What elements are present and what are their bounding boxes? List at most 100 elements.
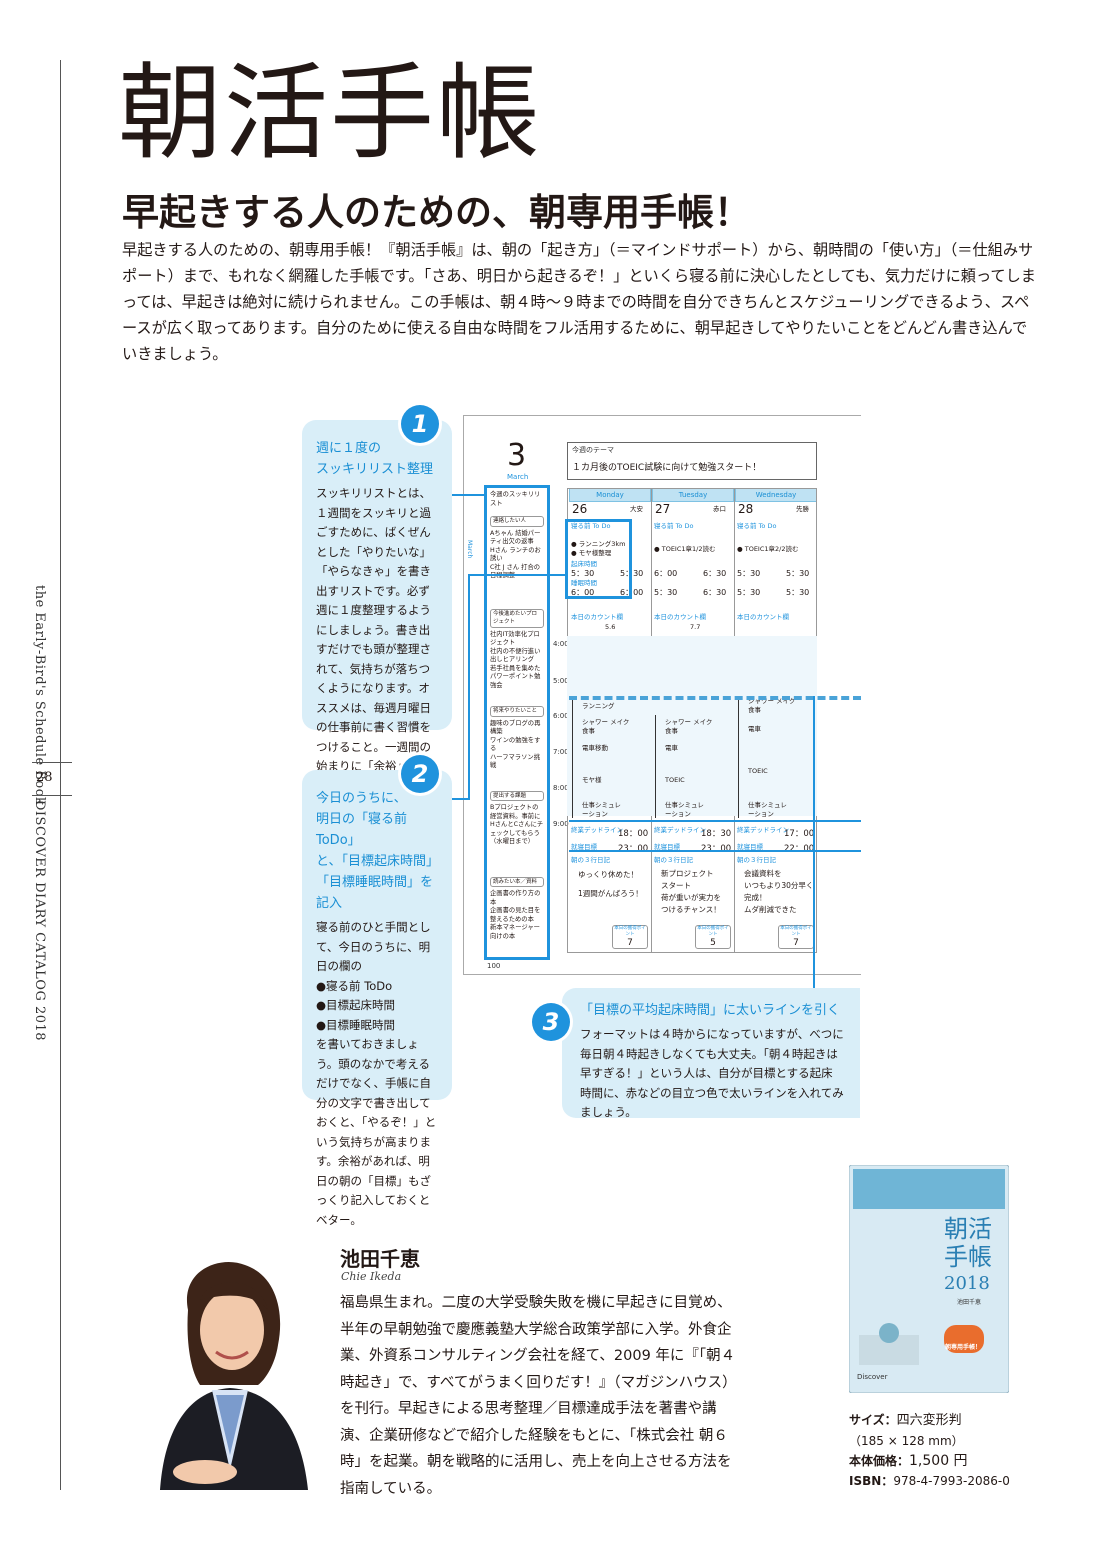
points-value: 7 <box>793 938 799 948</box>
diary-text: ゆっくり休めた！ 1週間がんばろう！ <box>578 868 643 900</box>
diary-line: スタート <box>661 881 691 890</box>
diary-line: ゆっくり休めた！ <box>578 870 638 879</box>
callout-3-number: 3 <box>532 1003 570 1041</box>
callout-2-body-outro: を書いておきましょう。頭のなかで考えるだけでなく、手帳に自分の文字で書き出してお… <box>316 1037 437 1227</box>
callout-1: 週に１度の スッキリリスト整理 スッキリリストとは、１週間をスッキリと過ごすため… <box>302 420 452 793</box>
book-cover-year: 2018 <box>944 1273 990 1294</box>
spec-size: 四六変形判 <box>896 1413 962 1428</box>
callout-2-bullet: ●目標起床時間 <box>316 998 396 1012</box>
book-cover-author: 池田千恵 <box>957 1299 982 1306</box>
todo-item: ● TOEIC1章1/2読む <box>654 545 716 553</box>
sleep-actual: 6：30 <box>703 588 727 597</box>
list-section-label: 提出する課題 <box>490 790 544 801</box>
page-number-rule <box>32 762 72 763</box>
connector-line-2-horizontal <box>468 574 565 576</box>
running-head-bottom: DISCOVER DIARY CATALOG 2018 <box>32 800 47 1042</box>
schedule-entry: 電車移動 <box>582 744 608 752</box>
end-label: 終業デッドライン <box>654 826 706 834</box>
diary-line: いつもより30分早く <box>744 881 814 890</box>
schedule-entry: 仕事シミュレーション <box>582 801 621 818</box>
author-name-roman: Chie Ikeda <box>341 1270 402 1283</box>
schedule-entry: シャワー メイク 食事 <box>582 718 630 735</box>
points-value: 5 <box>710 938 716 948</box>
count-label: 本日のカウント欄 <box>654 613 706 621</box>
diary-line: ムダ削減できた <box>744 905 797 914</box>
intro-text: 早起きする人のための、朝専用手帳！『朝活手帳』は、朝の「起き方」（＝マインドサポ… <box>122 241 1036 363</box>
end-goal: 18：30 <box>701 829 732 839</box>
nine-oclock-line <box>569 820 861 822</box>
author-bio: 福島県生まれ。二度の大学受験失敗を機に早起きに目覚め、半年の早朝勉強で慶應義塾大… <box>340 1295 737 1497</box>
book-cover-badge: 朝専用手帳！ <box>945 1344 982 1351</box>
diary-label: 朝の３行日記 <box>737 856 776 864</box>
wake-actual: 6：30 <box>703 569 727 578</box>
book-cover-title-1: 朝活 <box>944 1215 992 1243</box>
book-cover-publisher: Discover <box>857 1373 888 1381</box>
weekly-theme-box: 今週のテーマ １カ月後のTOEIC試験に向けて勉強スタート！ <box>567 442 817 480</box>
callout-2: 今日のうちに、 明日の「寝る前 ToDo」 と、「目標起床時間」 「目標睡眠時間… <box>302 770 452 1227</box>
points-box: 本日の獲得ポイント 7 <box>778 925 814 949</box>
list-item: Hさん ランチのお誘い <box>490 546 541 563</box>
day-rokuyo: 赤口 <box>713 505 726 513</box>
sleep-target-line <box>569 850 861 852</box>
target-wake-dashed-line <box>569 696 861 700</box>
spec-price-label: 本体価格： <box>849 1454 910 1468</box>
sukkiri-list-title: 今週のスッキリリスト <box>490 491 541 507</box>
diary-line: つけるチャンス！ <box>661 905 721 914</box>
author-name: 池田千恵 <box>340 1247 420 1271</box>
page-number: 28 <box>36 770 53 785</box>
schedule-entry: シャワー メイク 食事 <box>665 718 713 735</box>
callout-2-number: 2 <box>401 755 439 793</box>
todo-wake-highlight <box>565 519 632 599</box>
callout-1-number: 1 <box>401 405 439 443</box>
diary-label: 朝の３行日記 <box>571 856 610 864</box>
schedule-entry: TOEIC <box>665 776 685 784</box>
wake-goal: 5：30 <box>737 569 761 578</box>
points-box: 本日の獲得ポイント 5 <box>695 925 731 949</box>
callout-3-body: フォーマットは４時からになっていますが、べつに毎日朝４時起きしなくても大丈夫。「… <box>580 1027 844 1119</box>
planner-month-name: March <box>507 473 529 481</box>
day-rokuyo: 先勝 <box>796 505 809 513</box>
points-label: 本日の獲得ポイント <box>697 926 729 937</box>
spec-dims: （185 × 128 mm） <box>849 1434 964 1448</box>
sleep-actual: 5：30 <box>786 588 810 597</box>
diary-line: 新プロジェクト <box>661 869 714 878</box>
callout-2-body-intro: 寝る前のひと手間として、今日のうちに、明日の欄の <box>316 920 431 973</box>
schedule-arrow <box>738 700 739 818</box>
points-label: 本日の獲得ポイント <box>780 926 812 937</box>
sleep-goal: 5：30 <box>654 588 678 597</box>
callout-1-title-line: スッキリリスト整理 <box>316 462 434 477</box>
schedule-entry: モヤ様 <box>582 776 602 784</box>
list-item: 新本マネージャー向けの本 <box>490 924 540 940</box>
list-section-label: 今後進めたいプロジェクト <box>490 608 544 628</box>
list-item: 企画書の作り方の本 <box>490 890 541 906</box>
count-label: 本日のカウント欄 <box>737 613 789 621</box>
schedule-arrow <box>572 700 573 818</box>
weekly-theme-label: 今週のテーマ <box>572 446 614 454</box>
end-goal: 18：00 <box>618 829 649 839</box>
todo-label: 寝る前 To Do <box>737 522 777 530</box>
callout-2-title-line: 「目標睡眠時間」を記入 <box>316 875 434 911</box>
diary-line: 荷が重いが実力を <box>661 893 721 902</box>
list-item: C社 J さん 打合の日程調整 <box>490 563 541 580</box>
author-photo <box>150 1240 310 1490</box>
planner-page-number: 100 <box>487 962 501 970</box>
diary-text: 新プロジェクト スタート 荷が重いが実力を つけるチャンス！ <box>661 868 721 916</box>
list-item: 企画書の見た目を整えるための本 <box>490 907 541 923</box>
connector-line-1 <box>452 494 484 496</box>
count-value: 5.6 <box>605 623 616 631</box>
list-item: 社内IT効率化プロジェクト <box>490 630 540 647</box>
list-item: ハーフマラソン挑戦 <box>490 753 540 770</box>
callout-1-body: スッキリリストとは、１週間をスッキリと過ごすために、ばくぜんとした「やりたいな」… <box>316 486 431 793</box>
diary-line: 完成！ <box>744 893 767 902</box>
vertical-month-tab: March <box>466 540 473 559</box>
schedule-entry: 電車 <box>665 744 678 752</box>
page-title: 朝活手帳 <box>118 52 543 174</box>
page-subtitle: 早起きする人のための、朝専用手帳！ <box>122 191 751 234</box>
callout-2-bullet: ●寝る前 ToDo <box>316 978 393 993</box>
book-cover: 朝活 手帳 2018 池田千恵 朝専用手帳！ Discover <box>848 1164 1010 1394</box>
list-section-label: 読みたい本／資料 <box>490 876 544 887</box>
callout-2-title-line: と、「目標起床時間」 <box>316 854 439 869</box>
todo-label: 寝る前 To Do <box>654 522 694 530</box>
spec-price: 1,500 円 <box>909 1453 968 1469</box>
points-box: 本日の獲得ポイント 7 <box>612 925 648 949</box>
